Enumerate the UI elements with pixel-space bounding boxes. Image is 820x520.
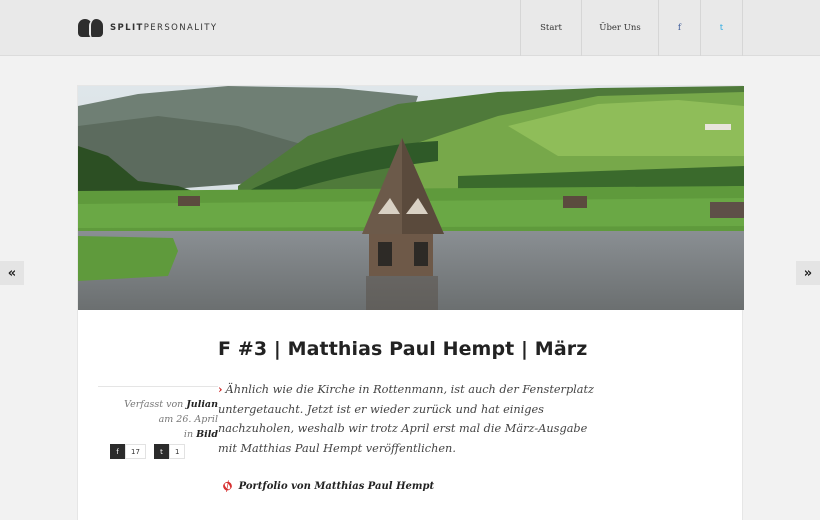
twitter-share-button[interactable]: t 1 (154, 444, 186, 459)
post-hero-image[interactable] (78, 86, 744, 310)
prev-post-button[interactable]: « (0, 261, 24, 285)
facebook-share-count: 17 (125, 444, 146, 459)
facebook-icon[interactable]: f (658, 0, 700, 56)
post-body: › Ähnlich wie die Kirche in Rottenmann, i… (218, 380, 603, 458)
post-title[interactable]: F #3 | Matthias Paul Hempt | März (218, 338, 587, 360)
twitter-share-icon: t (154, 444, 169, 459)
nav-about[interactable]: Über Uns (581, 0, 658, 56)
meta-author[interactable]: Julian (186, 399, 218, 410)
meta-author-prefix: Verfasst von (124, 399, 184, 410)
portfolio-link[interactable]: Ø Portfolio von Matthias Paul Hempt (220, 478, 435, 495)
next-post-button[interactable]: » (796, 261, 820, 285)
main-nav: Start Über Uns f t (520, 0, 743, 56)
facebook-share-button[interactable]: f 17 (110, 444, 146, 459)
paragraph-marker-icon: › (218, 382, 223, 396)
logo-text: SPLITPERSONALITY (110, 23, 218, 33)
twitter-share-count: 1 (169, 444, 186, 459)
twitter-icon[interactable]: t (700, 0, 743, 56)
post-card: F #3 | Matthias Paul Hempt | März Verfas… (77, 85, 744, 520)
site-logo[interactable]: SPLITPERSONALITY (78, 19, 217, 37)
facebook-share-icon: f (110, 444, 125, 459)
site-header: SPLITPERSONALITY Start Über Uns f t (0, 0, 820, 56)
chain-link-icon: Ø (220, 478, 236, 495)
nav-start[interactable]: Start (520, 0, 581, 56)
post-body-text: Ähnlich wie die Kirche in Rottenmann, is… (218, 383, 595, 455)
post-meta: Verfasst von Julian am 26. April in Bild (98, 386, 218, 442)
meta-date: am 26. April (158, 414, 218, 425)
meta-category-prefix: in (183, 429, 194, 440)
two-heads-logo-icon (78, 19, 104, 37)
meta-category[interactable]: Bild (196, 429, 218, 440)
portfolio-link-label: Portfolio von Matthias Paul Hempt (238, 481, 435, 492)
